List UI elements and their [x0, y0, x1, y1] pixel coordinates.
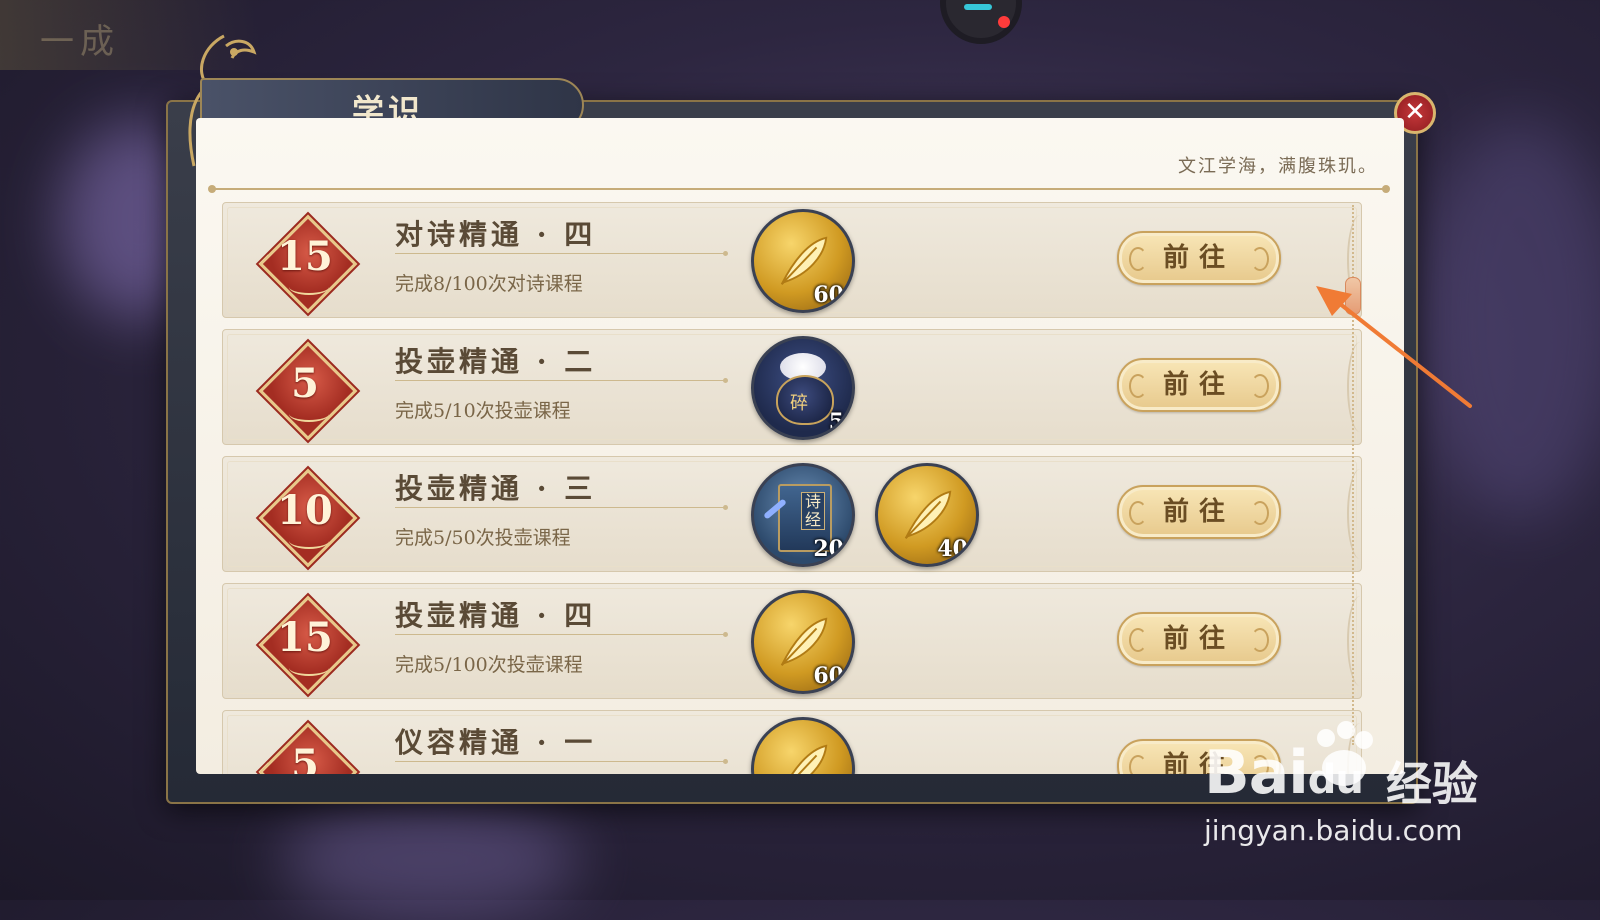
task-name: 投壶精通 · 二 [395, 345, 597, 378]
go-button-label: 前往 [1162, 624, 1235, 654]
task-divider [395, 505, 728, 510]
points-badge: 5 [253, 336, 358, 441]
task-progress: 完成8/100次对诗课程 [395, 273, 583, 295]
go-button[interactable]: 前往 [1117, 612, 1281, 666]
reward-count: 5 [828, 409, 844, 435]
task-name: 投壶精通 · 四 [395, 599, 597, 632]
reward-item[interactable]: 诗经 20 [751, 463, 855, 567]
points-badge: 15 [253, 209, 358, 314]
task-divider [395, 251, 728, 256]
task-progress: 完成5/100次投壶课程 [395, 654, 583, 676]
task-name: 对诗精通 · 四 [395, 218, 597, 251]
task-name: 投壶精通 · 三 [395, 472, 597, 505]
task-divider [395, 759, 728, 764]
go-button-label: 前往 [1162, 370, 1235, 400]
gold-feather-icon [791, 744, 828, 774]
task-row: 10 投壶精通 · 三 完成5/50次投壶课程 诗经 20 40 前往 [222, 456, 1362, 572]
reward-count: 60 [813, 282, 844, 308]
reward-item[interactable]: 碎 5 [751, 336, 855, 440]
reward-item[interactable]: 60 [751, 590, 855, 694]
task-divider [395, 378, 728, 383]
points-value: 15 [277, 614, 333, 661]
reward-count: 40 [937, 536, 968, 562]
points-badge: 15 [253, 590, 358, 695]
go-button[interactable]: 前往 [1117, 358, 1281, 412]
panel-content: 文江学海，满腹珠玑。 15 对诗精通 · 四 完成8/100次对诗课程 60 前… [196, 118, 1404, 774]
task-row: 15 投壶精通 · 四 完成5/100次投壶课程 60 前往 [222, 583, 1362, 699]
task-progress: 完成5/10次投壶课程 [395, 400, 571, 422]
watermark-url: jingyan.baidu.com [1204, 814, 1463, 847]
watermark-product: 经验 [1386, 757, 1478, 811]
watermark-logo: Baidu [1204, 738, 1364, 808]
task-divider [395, 632, 728, 637]
points-badge: 10 [253, 463, 358, 568]
top-status-ring-icon [940, 0, 1022, 44]
task-row: 5 仪容精通 · 一 前往 [222, 710, 1362, 774]
reward-label: 碎 [790, 393, 808, 414]
reward-item[interactable]: 40 [875, 463, 979, 567]
panel-motto: 文江学海，满腹珠玑。 [1178, 156, 1378, 177]
close-icon: ✕ [1404, 97, 1426, 127]
reward-count: 20 [813, 536, 844, 562]
reward-item[interactable]: 60 [751, 209, 855, 313]
go-button-label: 前往 [1162, 497, 1235, 527]
baidu-watermark: Baidu 经验 jingyan.baidu.com [1204, 718, 1494, 858]
background-label: 一成 [40, 22, 120, 62]
task-progress: 完成5/50次投壶课程 [395, 527, 571, 549]
ring-cyan-mark [964, 4, 992, 10]
reward-label: 诗经 [801, 492, 825, 530]
notification-dot [998, 16, 1010, 28]
points-value: 5 [291, 360, 319, 407]
annotation-arrow-icon [1316, 286, 1472, 408]
points-value: 10 [277, 487, 333, 534]
task-name: 仪容精通 · 一 [395, 726, 597, 759]
go-button[interactable]: 前往 [1117, 485, 1281, 539]
task-row: 15 对诗精通 · 四 完成8/100次对诗课程 60 前往 [222, 202, 1362, 318]
go-button[interactable]: 前往 [1117, 231, 1281, 285]
task-row: 5 投壶精通 · 二 完成5/10次投壶课程 碎 5 前往 [222, 329, 1362, 445]
points-value: 15 [277, 233, 333, 280]
points-badge: 5 [253, 717, 358, 774]
task-list[interactable]: 15 对诗精通 · 四 完成8/100次对诗课程 60 前往 5 投壶精通 · … [222, 202, 1362, 774]
reward-count: 60 [813, 663, 844, 689]
go-button-label: 前往 [1162, 243, 1235, 273]
points-value: 5 [291, 741, 319, 774]
header-divider [208, 185, 1390, 193]
